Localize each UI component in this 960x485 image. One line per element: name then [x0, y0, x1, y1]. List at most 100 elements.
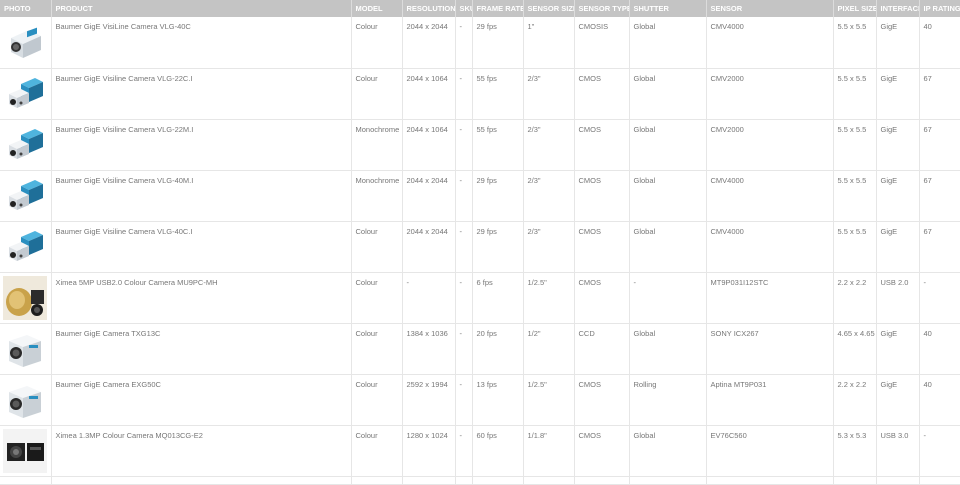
table-row[interactable]: Ximea 1.3MP Colour Camera MQ013CG-E2 Colo…: [0, 425, 960, 477]
sku-cell: -: [455, 374, 473, 426]
sensor-type-cell: CMOS: [574, 374, 630, 426]
interface-cell: GigE: [876, 374, 920, 426]
column-header-sensor-size[interactable]: SENSOR SIZE: [523, 0, 575, 17]
empty-cell: [629, 476, 707, 485]
ip-rating-cell: -: [919, 272, 960, 324]
table-row[interactable]: Baumer GigE Camera EXG50C Colour 2592 x 19…: [0, 374, 960, 426]
shutter-cell: Rolling: [629, 374, 707, 426]
sensor-size-cell: 2/3": [523, 119, 575, 171]
camera-photo[interactable]: [3, 275, 47, 320]
camera-photo[interactable]: [3, 20, 47, 64]
model-cell: Colour: [351, 425, 403, 477]
pixel-size-cell: 5.5 x 5.5: [833, 119, 877, 171]
ip-rating-cell: -: [919, 425, 960, 477]
interface-cell: USB 3.0: [876, 425, 920, 477]
table-row[interactable]: Baumer GigE Camera TXG13C Colour 1384 x 10…: [0, 323, 960, 375]
interface-cell: GigE: [876, 221, 920, 273]
interface-cell: GigE: [876, 119, 920, 171]
column-header-ip-rating[interactable]: IP RATING: [919, 0, 960, 17]
sensor-cell: EV76C560: [706, 425, 834, 477]
empty-cell: [455, 476, 473, 485]
product-cell[interactable]: Ximea 5MP USB2.0 Colour Camera MU9PC-MH: [51, 272, 352, 324]
frame-rate-cell: 29 fps: [472, 170, 524, 222]
camera-photo[interactable]: [3, 174, 47, 218]
product-cell[interactable]: Baumer GigE VisiLine Camera VLG-40C: [51, 17, 352, 69]
interface-cell: GigE: [876, 68, 920, 120]
column-header-shutter[interactable]: SHUTTER: [629, 0, 707, 17]
sku-cell: -: [455, 323, 473, 375]
column-header-model[interactable]: MODEL: [351, 0, 403, 17]
column-header-sensor-type[interactable]: SENSOR TYPE: [574, 0, 630, 17]
photo-cell: [0, 170, 52, 222]
shutter-cell: Global: [629, 323, 707, 375]
resolution-cell: 2044 x 1064: [402, 68, 456, 120]
pixel-size-cell: 2.2 x 2.2: [833, 374, 877, 426]
product-cell[interactable]: Baumer GigE Visiline Camera VLG-40M.I: [51, 170, 352, 222]
product-cell[interactable]: Baumer GigE Visiline Camera VLG-40C.I: [51, 221, 352, 273]
empty-cell: [402, 476, 456, 485]
camera-photo[interactable]: [3, 428, 47, 473]
column-header-product[interactable]: PRODUCT: [51, 0, 352, 17]
product-cell[interactable]: Baumer GigE Visiline Camera VLG-22M.I: [51, 119, 352, 171]
sku-cell: -: [455, 221, 473, 273]
pixel-size-cell: 5.3 x 5.3: [833, 425, 877, 477]
table-row[interactable]: Baumer GigE Visiline Camera VLG-40M.I Mon…: [0, 170, 960, 222]
column-header-resolution[interactable]: RESOLUTION: [402, 0, 456, 17]
product-cell[interactable]: Baumer GigE Visiline Camera VLG-22C.I: [51, 68, 352, 120]
sensor-cell: CMV4000: [706, 170, 834, 222]
column-header-sensor[interactable]: SENSOR: [706, 0, 834, 17]
model-cell: Colour: [351, 323, 403, 375]
empty-cell: [876, 476, 920, 485]
sensor-size-cell: 1/2.5": [523, 272, 575, 324]
table-row[interactable]: Baumer GigE Visiline Camera VLG-22M.I Mon…: [0, 119, 960, 171]
sensor-cell: CMV2000: [706, 68, 834, 120]
product-cell[interactable]: Baumer GigE Camera TXG13C: [51, 323, 352, 375]
empty-cell: [51, 476, 352, 485]
ip-rating-cell: 40: [919, 17, 960, 69]
column-header-frame-rate[interactable]: FRAME RATE: [472, 0, 524, 17]
table-row[interactable]: Baumer GigE Visiline Camera VLG-40C.I Col…: [0, 221, 960, 273]
frame-rate-cell: 55 fps: [472, 68, 524, 120]
sensor-cell: CMV4000: [706, 221, 834, 273]
table-row[interactable]: Baumer GigE VisiLine Camera VLG-40C Colou…: [0, 17, 960, 69]
pixel-size-cell: 5.5 x 5.5: [833, 68, 877, 120]
pixel-size-cell: 5.5 x 5.5: [833, 221, 877, 273]
shutter-cell: -: [629, 272, 707, 324]
column-header-interface[interactable]: INTERFACE: [876, 0, 920, 17]
photo-cell: [0, 272, 52, 324]
shutter-cell: Global: [629, 119, 707, 171]
ip-rating-cell: 67: [919, 68, 960, 120]
shutter-cell: Global: [629, 425, 707, 477]
column-header-sku[interactable]: SKU: [455, 0, 473, 17]
frame-rate-cell: 13 fps: [472, 374, 524, 426]
product-cell[interactable]: Baumer GigE Camera EXG50C: [51, 374, 352, 426]
interface-cell: GigE: [876, 323, 920, 375]
model-cell: Colour: [351, 272, 403, 324]
sku-cell: -: [455, 170, 473, 222]
table-row: [0, 476, 960, 485]
pixel-size-cell: 5.5 x 5.5: [833, 17, 877, 69]
model-cell: Monochrome: [351, 119, 403, 171]
camera-photo[interactable]: [3, 225, 47, 269]
sku-cell: -: [455, 425, 473, 477]
sku-cell: -: [455, 272, 473, 324]
table-row[interactable]: Baumer GigE Visiline Camera VLG-22C.I Col…: [0, 68, 960, 120]
resolution-cell: 1384 x 1036: [402, 323, 456, 375]
table-row[interactable]: Ximea 5MP USB2.0 Colour Camera MU9PC-MH C…: [0, 272, 960, 324]
sensor-size-cell: 1/2": [523, 323, 575, 375]
sensor-type-cell: CMOS: [574, 68, 630, 120]
column-header-photo[interactable]: PHOTO: [0, 0, 52, 17]
interface-cell: USB 2.0: [876, 272, 920, 324]
column-header-pixel-size[interactable]: PIXEL SIZE: [833, 0, 877, 17]
sensor-size-cell: 1/1.8": [523, 425, 575, 477]
shutter-cell: Global: [629, 17, 707, 69]
interface-cell: GigE: [876, 170, 920, 222]
camera-photo[interactable]: [3, 378, 47, 422]
sensor-cell: SONY ICX267: [706, 323, 834, 375]
pixel-size-cell: 5.5 x 5.5: [833, 170, 877, 222]
resolution-cell: 1280 x 1024: [402, 425, 456, 477]
camera-photo[interactable]: [3, 123, 47, 167]
product-cell[interactable]: Ximea 1.3MP Colour Camera MQ013CG-E2: [51, 425, 352, 477]
camera-photo[interactable]: [3, 72, 47, 116]
camera-photo[interactable]: [3, 327, 47, 371]
